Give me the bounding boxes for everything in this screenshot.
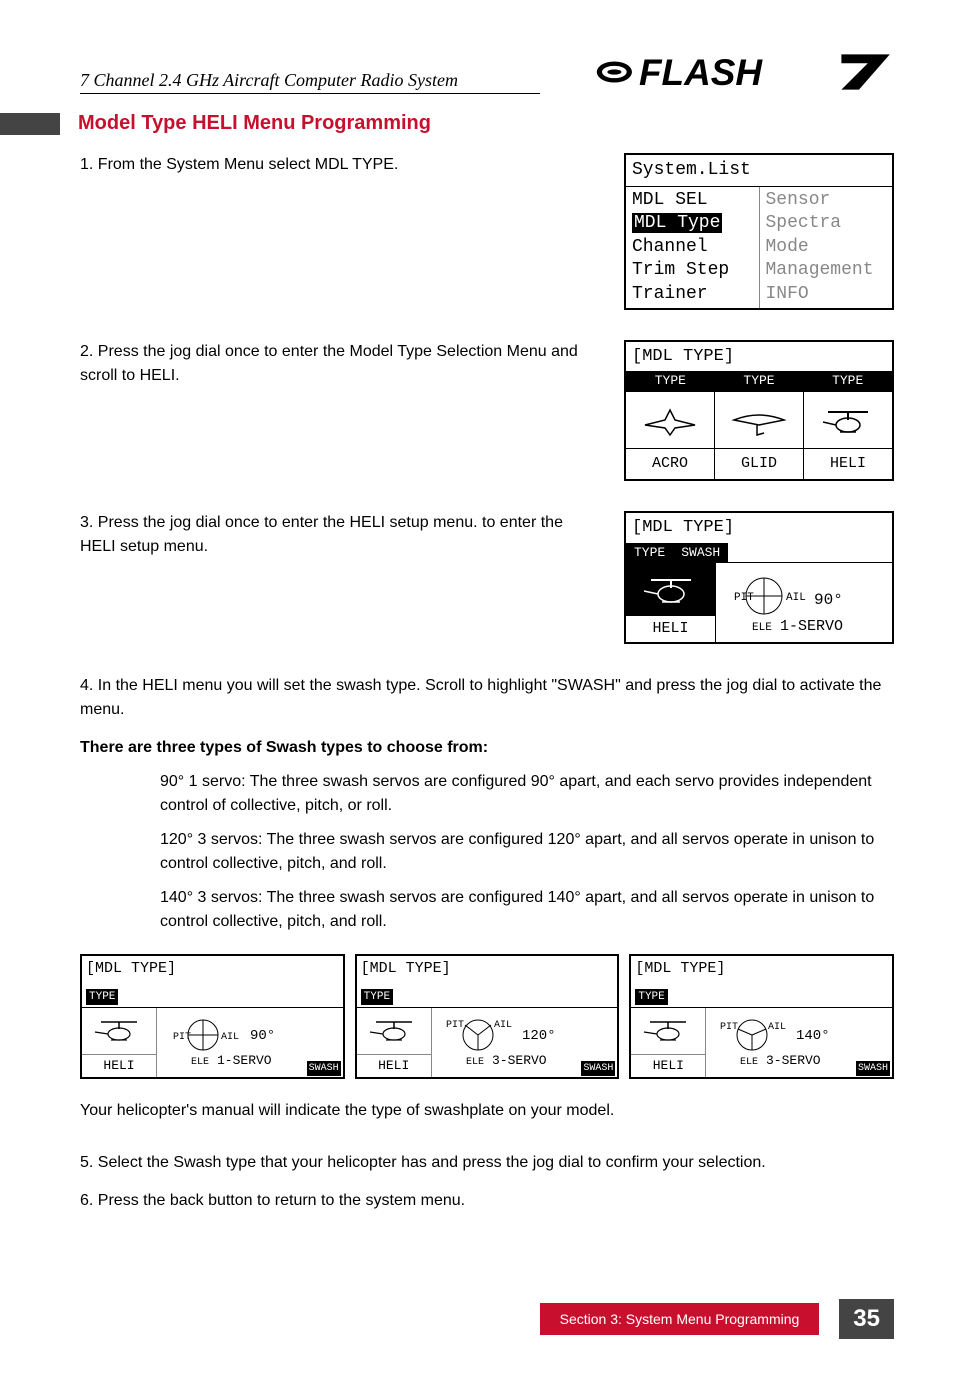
swash-diagram-120: PIT AIL 120° ELE 3-SERVO SWASH: [432, 1008, 618, 1077]
lcd-tab: TYPE: [626, 371, 715, 391]
swash-diagram-140: PIT AIL 140° ELE 3-SERVO SWASH: [706, 1008, 892, 1077]
swash-label: SWASH: [856, 1061, 890, 1076]
lcd-tab: TYPE: [86, 989, 118, 1006]
swash-diagram-90: PIT AIL 90° ELE 1-SERVO SWASH: [157, 1008, 343, 1077]
lcd-item: Mode: [766, 236, 887, 259]
lcd-tab: TYPE: [715, 371, 804, 391]
svg-text:PIT: PIT: [446, 1020, 464, 1031]
lcd-heli-label: HELI: [631, 1054, 705, 1077]
lcd-tab: TYPE: [361, 989, 393, 1006]
swash-intro: There are three types of Swash types to …: [80, 736, 894, 760]
svg-text:ELE: ELE: [191, 1057, 209, 1068]
svg-text:1-SERVO: 1-SERVO: [780, 618, 843, 635]
document-subtitle: 7 Channel 2.4 GHz Aircraft Computer Radi…: [80, 70, 458, 90]
svg-text:ELE: ELE: [740, 1057, 758, 1068]
lcd-heli-setup: [MDL TYPE] TYPE SWASH HELI: [624, 511, 894, 644]
lcd-tab: TYPE: [803, 371, 892, 391]
svg-text:90°: 90°: [814, 591, 843, 609]
lcd-swash-120: [MDL TYPE] TYPE HELI PIT: [355, 954, 620, 1079]
lcd-tab: SWASH: [673, 543, 728, 563]
acro-icon: [626, 392, 715, 448]
svg-text:3-SERVO: 3-SERVO: [766, 1053, 821, 1068]
svg-text:120°: 120°: [522, 1028, 556, 1044]
step-3-text: 3. Press the jog dial once to enter the …: [80, 511, 624, 559]
swash-diagram: PIT AIL 90° ELE 1-SERVO: [716, 563, 892, 642]
lcd-heli-label: HELI: [82, 1054, 156, 1077]
lcd-title: [MDL TYPE]: [361, 960, 451, 977]
step-1-text: 1. From the System Menu select MDL TYPE.: [80, 153, 624, 177]
swash-label: SWASH: [307, 1061, 341, 1076]
svg-text:PIT: PIT: [173, 1032, 191, 1043]
step-6-text: 6. Press the back button to return to th…: [80, 1189, 894, 1213]
lcd-mdl-type-select: [MDL TYPE] TYPE TYPE TYPE ACRO GLID HELI: [624, 340, 894, 482]
svg-text:FLASH: FLASH: [639, 52, 763, 93]
lcd-system-list: System.List MDL SEL MDL Type Channel Tri…: [624, 153, 894, 310]
glid-icon: [715, 392, 804, 448]
section-tab: [0, 113, 60, 135]
lcd-label: ACRO: [626, 449, 715, 480]
lcd-tab: TYPE: [635, 989, 667, 1006]
lcd-heli-label: HELI: [357, 1054, 431, 1077]
svg-text:ELE: ELE: [466, 1057, 484, 1068]
step-2-text: 2. Press the jog dial once to enter the …: [80, 340, 624, 388]
swash-label: SWASH: [581, 1061, 615, 1076]
svg-text:3-SERVO: 3-SERVO: [492, 1053, 547, 1068]
lcd-title: [MDL TYPE]: [635, 960, 725, 977]
page-number: 35: [839, 1299, 894, 1339]
lcd-title: [MDL TYPE]: [86, 960, 176, 977]
step-4-text: 4. In the HELI menu you will set the swa…: [80, 674, 894, 722]
lcd-item: MDL SEL: [632, 189, 753, 212]
lcd-item: Spectra: [766, 212, 887, 235]
swash-option-2: 120° 3 servos: The three swash servos ar…: [80, 828, 894, 876]
svg-text:AIL: AIL: [221, 1032, 239, 1043]
section-title: Model Type HELI Menu Programming: [78, 112, 431, 135]
svg-text:90°: 90°: [250, 1028, 275, 1044]
heli-icon: [626, 563, 715, 616]
svg-text:1-SERVO: 1-SERVO: [217, 1053, 272, 1068]
lcd-item: Management: [766, 259, 887, 282]
heli-icon: [631, 1008, 705, 1055]
svg-text:AIL: AIL: [768, 1022, 786, 1033]
heli-icon: [804, 392, 892, 448]
lcd-tab-selected: TYPE: [626, 543, 673, 563]
lcd-label: HELI: [804, 449, 892, 480]
lcd-title: [MDL TYPE]: [626, 513, 892, 543]
svg-text:AIL: AIL: [786, 592, 806, 604]
heli-icon: [357, 1008, 431, 1055]
svg-text:AIL: AIL: [494, 1020, 512, 1031]
lcd-label: GLID: [715, 449, 804, 480]
svg-text:140°: 140°: [796, 1028, 830, 1044]
lcd-item: Trainer: [632, 283, 753, 306]
lcd-swash-140: [MDL TYPE] TYPE HELI PIT: [629, 954, 894, 1079]
svg-text:PIT: PIT: [734, 592, 754, 604]
swash-note: Your helicopter's manual will indicate t…: [80, 1099, 894, 1123]
flash7-logo: FLASH: [595, 50, 894, 94]
svg-text:ELE: ELE: [752, 622, 772, 634]
lcd-title: System.List: [626, 155, 892, 187]
lcd-swash-90: [MDL TYPE] TYPE HELI PIT AIL 90°: [80, 954, 345, 1079]
swash-option-3: 140° 3 servos: The three swash servos ar…: [80, 886, 894, 934]
lcd-title: [MDL TYPE]: [626, 342, 892, 372]
footer-section-label: Section 3: System Menu Programming: [540, 1303, 820, 1335]
step-5-text: 5. Select the Swash type that your helic…: [80, 1151, 894, 1175]
lcd-heli-label: HELI: [626, 616, 715, 643]
lcd-item-selected: MDL Type: [632, 212, 753, 235]
heli-icon: [82, 1008, 156, 1055]
svg-text:PIT: PIT: [720, 1022, 738, 1033]
lcd-item: Channel: [632, 236, 753, 259]
lcd-item: Trim Step: [632, 259, 753, 282]
lcd-item: Sensor: [766, 189, 887, 212]
swash-option-1: 90° 1 servo: The three swash servos are …: [80, 770, 894, 818]
lcd-item: INFO: [766, 283, 887, 306]
